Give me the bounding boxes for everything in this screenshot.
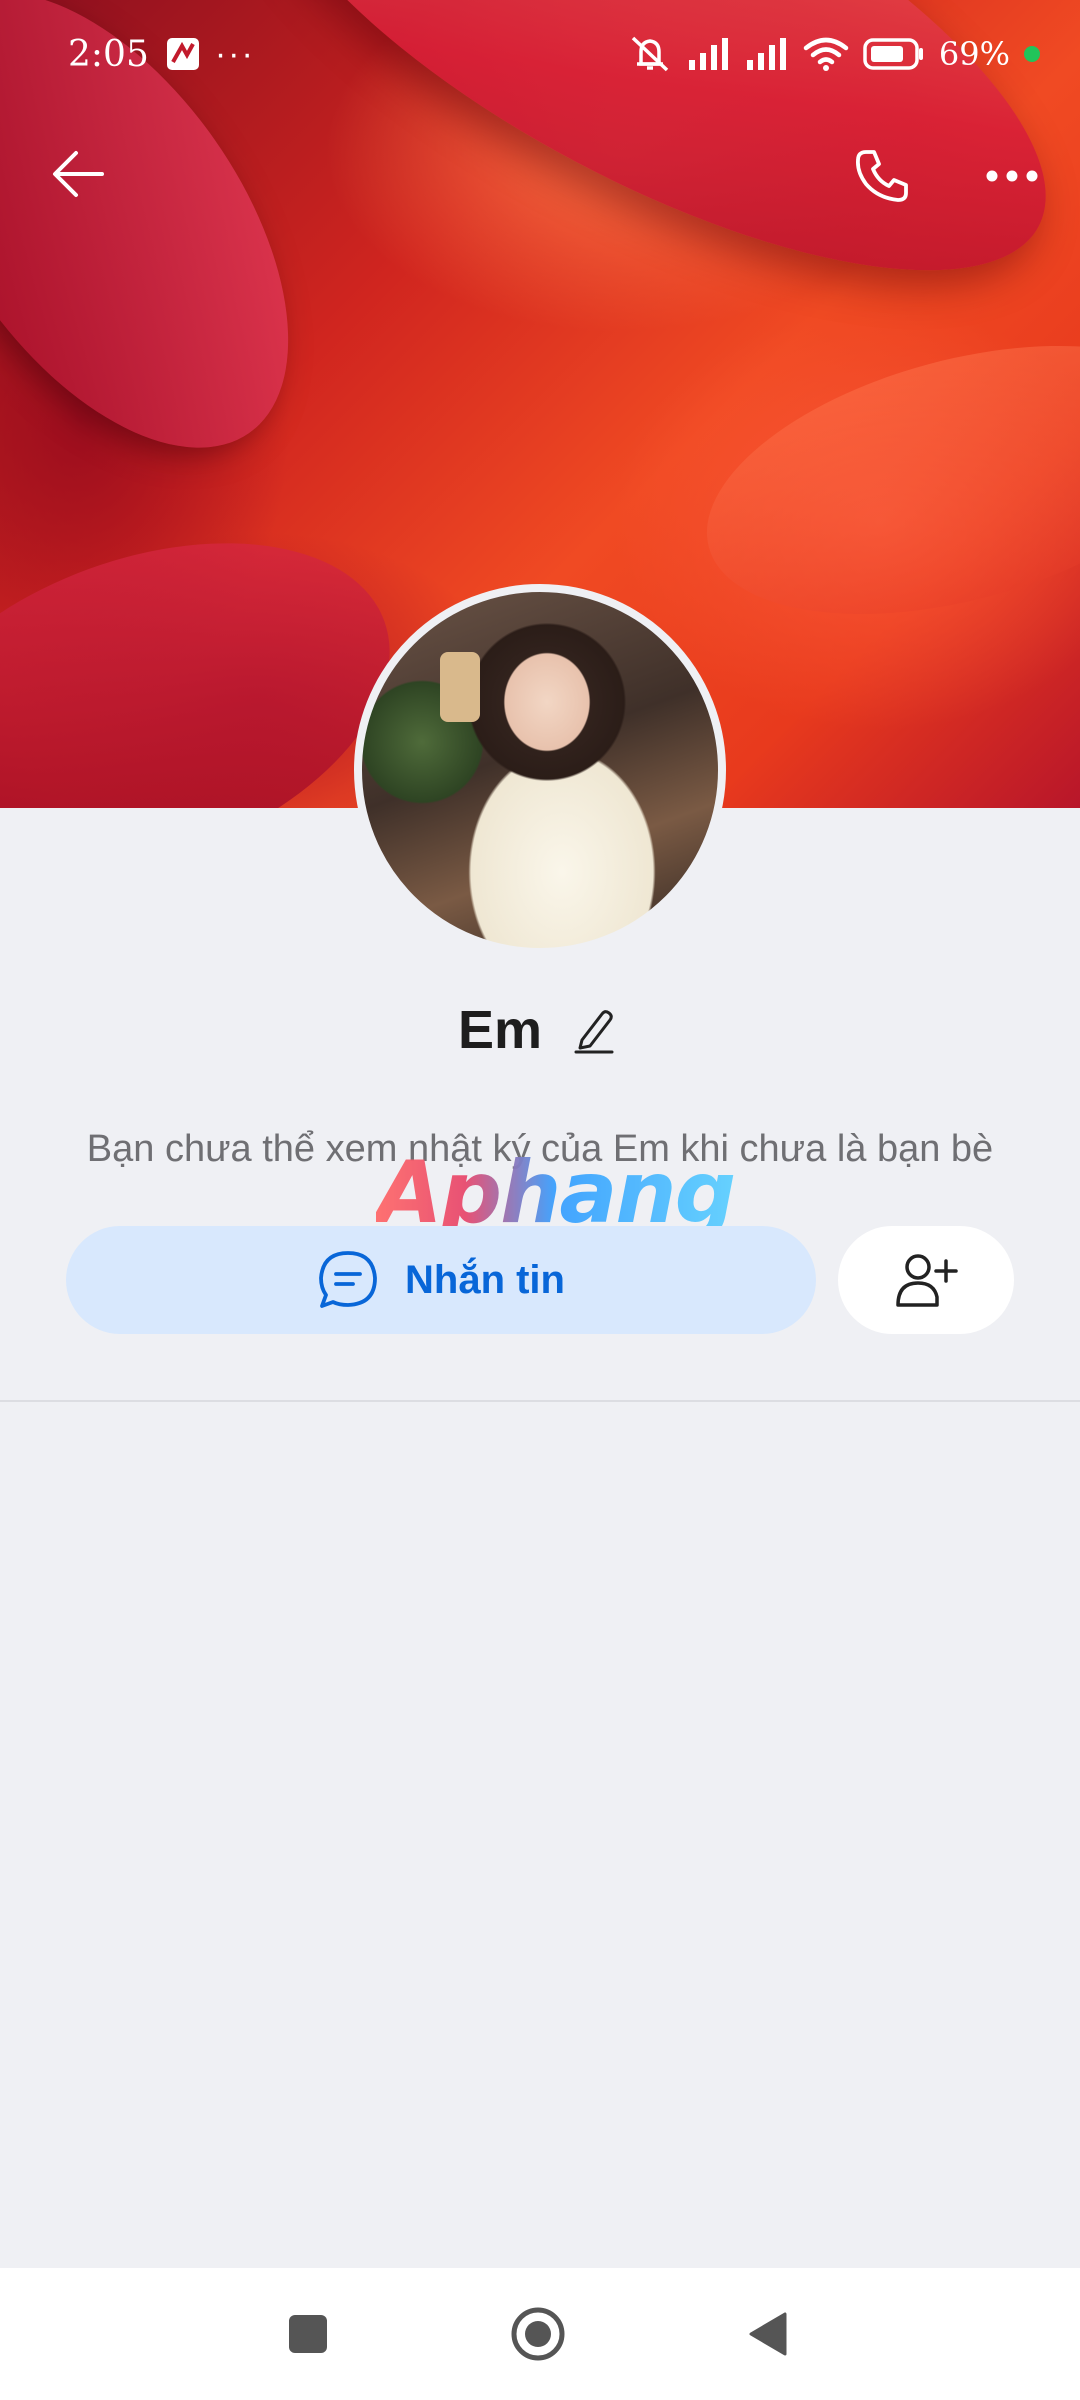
battery-icon xyxy=(863,38,923,70)
message-button[interactable]: Nhắn tin xyxy=(66,1226,816,1334)
mute-icon xyxy=(631,36,669,72)
status-bar: 2:05 ··· 69% xyxy=(0,0,1080,108)
home-button[interactable] xyxy=(508,2304,568,2364)
charging-dot xyxy=(1024,46,1040,62)
phone-icon xyxy=(856,150,908,202)
signal-icon xyxy=(688,38,728,70)
battery-percent: 69% xyxy=(938,35,1010,73)
back-button[interactable] xyxy=(40,136,116,212)
chat-bubble-icon xyxy=(319,1251,377,1308)
status-time: 2:05 xyxy=(68,33,149,75)
watermark-logo: Aphang xyxy=(376,1143,736,1243)
signal-icon xyxy=(746,38,786,70)
home-circle-icon xyxy=(511,2307,565,2361)
more-dots-icon: ··· xyxy=(214,35,255,73)
status-icons: 69% xyxy=(627,34,1040,74)
add-user-icon xyxy=(896,1254,958,1307)
message-button-label: Nhắn tin xyxy=(405,1257,565,1302)
recents-square-icon xyxy=(289,2315,327,2353)
avatar-photo-detail xyxy=(440,652,480,722)
app-notification-icon xyxy=(166,38,199,70)
back-triangle-icon xyxy=(749,2312,787,2356)
back-arrow-icon xyxy=(53,151,104,197)
profile-name: Em xyxy=(457,1000,543,1060)
system-back-button[interactable] xyxy=(738,2304,798,2364)
edit-name-button[interactable] xyxy=(566,1002,622,1058)
navigation-bar xyxy=(0,2268,1080,2400)
wifi-icon xyxy=(803,37,849,71)
profile-name-row: Em xyxy=(0,990,1080,1070)
more-options-button[interactable] xyxy=(972,136,1052,216)
call-button[interactable] xyxy=(842,136,922,216)
section-divider xyxy=(0,1400,1080,1402)
cover-petal xyxy=(677,296,1080,664)
recents-button[interactable] xyxy=(278,2304,338,2364)
add-friend-button[interactable] xyxy=(838,1226,1014,1334)
pencil-icon xyxy=(574,1010,614,1054)
avatar[interactable] xyxy=(354,584,726,956)
more-horizontal-icon xyxy=(986,170,1038,182)
